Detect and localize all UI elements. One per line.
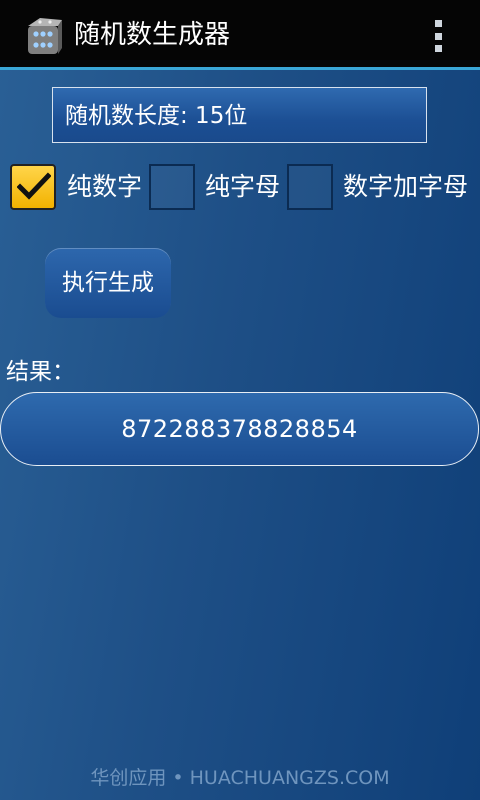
option-row: 纯数字 纯字母 数字加字母 [0, 162, 480, 214]
overflow-menu-icon[interactable] [430, 20, 446, 52]
length-field[interactable]: 随机数长度: 15位 [52, 87, 427, 143]
footer-watermark: 华创应用 • HUACHUANGZS.COM [90, 767, 390, 789]
generate-button[interactable]: 执行生成 [45, 248, 171, 318]
checkmark-icon [17, 172, 51, 200]
dice-icon[interactable] [18, 12, 66, 60]
digits-only-label: 纯数字 [67, 172, 143, 201]
mixed-checkbox[interactable] [287, 164, 333, 210]
digits-only-checkbox[interactable] [10, 164, 56, 210]
mixed-label: 数字加字母 [343, 172, 469, 201]
result-label: 结果： [6, 359, 75, 385]
app-title: 随机数生成器 [74, 20, 231, 50]
result-field[interactable]: 872288378828854 [0, 392, 479, 466]
letters-only-label: 纯字母 [205, 172, 281, 201]
action-bar: 随机数生成器 [0, 0, 480, 70]
letters-only-checkbox[interactable] [149, 164, 195, 210]
